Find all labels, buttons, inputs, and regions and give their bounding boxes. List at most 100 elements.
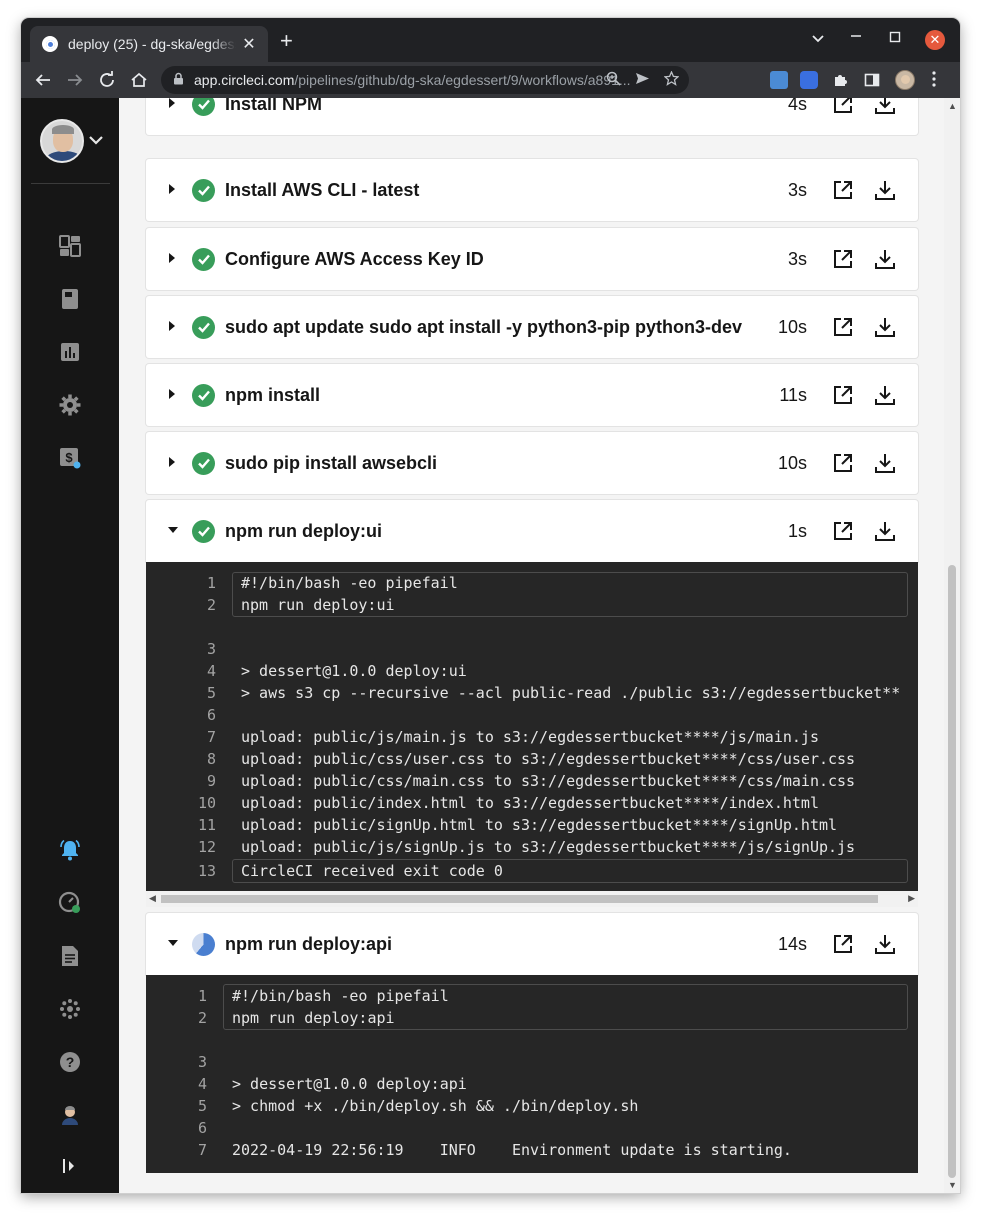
- log-output-deploy-api[interactable]: 1 #!/bin/bash -eo pipefail 2 npm run deplo…: [146, 975, 918, 1173]
- scroll-right-arrow-icon[interactable]: ▶: [908, 893, 915, 904]
- org-switcher-chevron-icon[interactable]: [89, 132, 103, 148]
- download-icon[interactable]: [874, 179, 896, 201]
- expand-sidebar-icon[interactable]: [58, 1154, 82, 1178]
- line-number: 1: [206, 574, 216, 592]
- log-line: npm run deploy:ui: [241, 596, 395, 614]
- log-line: upload: public/signUp.html to s3://egdes…: [241, 816, 838, 834]
- step-row[interactable]: sudo apt update sudo apt install -y pyth…: [146, 296, 918, 358]
- expand-caret-icon[interactable]: [168, 183, 178, 197]
- step-row[interactable]: Configure AWS Access Key ID 3s: [146, 228, 918, 290]
- status-speedometer-icon[interactable]: [58, 891, 82, 915]
- dashboard-icon[interactable]: [58, 234, 82, 258]
- line-number: 3: [206, 640, 216, 658]
- open-in-new-tab-icon[interactable]: [832, 520, 854, 542]
- forward-arrow-icon[interactable]: [64, 69, 86, 91]
- step-row[interactable]: npm install 11s: [146, 364, 918, 426]
- open-in-new-tab-icon[interactable]: [832, 248, 854, 270]
- line-number: 8: [206, 750, 216, 768]
- browser-menu-icon[interactable]: [931, 70, 937, 93]
- download-icon[interactable]: [874, 384, 896, 406]
- lock-icon[interactable]: [173, 72, 184, 88]
- open-in-new-tab-icon[interactable]: [832, 933, 854, 955]
- extensions-puzzle-icon[interactable]: [829, 69, 851, 91]
- tab-close-icon[interactable]: ✕: [240, 34, 258, 54]
- translate-extension-icon[interactable]: [770, 71, 788, 89]
- user-avatar[interactable]: [40, 119, 84, 163]
- step-row[interactable]: sudo pip install awsebcli 10s: [146, 432, 918, 494]
- reload-icon[interactable]: [96, 69, 118, 91]
- open-in-new-tab-icon[interactable]: [832, 384, 854, 406]
- open-in-new-tab-icon[interactable]: [832, 98, 854, 115]
- browser-profile-avatar[interactable]: [895, 70, 915, 90]
- step-duration: 14s: [777, 933, 807, 954]
- tab-search-chevron-icon[interactable]: [811, 31, 825, 48]
- download-icon[interactable]: [874, 316, 896, 338]
- zoom-icon[interactable]: [606, 71, 621, 90]
- log-line: upload: public/js/main.js to s3://egdess…: [241, 728, 819, 746]
- video-extension-icon[interactable]: [800, 71, 818, 89]
- minimize-icon[interactable]: [850, 28, 862, 45]
- scroll-down-arrow-icon[interactable]: ▼: [948, 1180, 957, 1190]
- send-icon[interactable]: [635, 71, 650, 90]
- help-question-icon[interactable]: ?: [58, 1050, 82, 1074]
- insights-chart-icon[interactable]: [58, 340, 82, 364]
- open-in-new-tab-icon[interactable]: [832, 179, 854, 201]
- projects-book-icon[interactable]: [58, 287, 82, 311]
- line-number: 7: [197, 1141, 207, 1159]
- expand-caret-icon[interactable]: [168, 320, 178, 334]
- window-close-icon[interactable]: ✕: [925, 30, 945, 50]
- settings-gear-icon[interactable]: [58, 393, 82, 417]
- collapse-caret-icon[interactable]: [168, 525, 178, 537]
- expand-caret-icon[interactable]: [168, 456, 178, 470]
- url-path: /pipelines/github/dg-ska/egdessert/9/wor…: [294, 72, 631, 88]
- sidebar-divider: [31, 183, 110, 184]
- account-avatar[interactable]: [58, 1103, 82, 1127]
- step-row-expanded[interactable]: npm run deploy:ui 1s: [146, 500, 918, 562]
- new-tab-button[interactable]: +: [280, 30, 293, 52]
- side-panel-icon[interactable]: [861, 69, 883, 91]
- step-row[interactable]: Install NPM 4s: [146, 98, 918, 135]
- scroll-up-arrow-icon[interactable]: ▲: [948, 101, 957, 111]
- step-row-expanded[interactable]: npm run deploy:api 14s: [146, 913, 918, 975]
- line-number: 13: [197, 862, 216, 880]
- open-in-new-tab-icon[interactable]: [832, 452, 854, 474]
- download-icon[interactable]: [874, 933, 896, 955]
- expand-caret-icon[interactable]: [168, 388, 178, 402]
- download-icon[interactable]: [874, 520, 896, 542]
- download-icon[interactable]: [874, 452, 896, 474]
- download-icon[interactable]: [874, 98, 896, 115]
- expand-caret-icon[interactable]: [168, 98, 178, 111]
- bookmark-star-icon[interactable]: [663, 70, 680, 90]
- line-number: 6: [206, 706, 216, 724]
- log-line: 2022-04-19 22:56:19 INFO Environment upd…: [232, 1141, 792, 1159]
- address-bar[interactable]: app.circleci.com /pipelines/github/dg-sk…: [161, 66, 689, 94]
- browser-tab[interactable]: deploy (25) - dg-ska/egdessert ✕: [30, 26, 268, 62]
- collapse-caret-icon[interactable]: [168, 938, 178, 950]
- open-in-new-tab-icon[interactable]: [832, 316, 854, 338]
- success-check-icon: [192, 519, 215, 543]
- community-dots-icon[interactable]: [58, 997, 82, 1021]
- download-icon[interactable]: [874, 248, 896, 270]
- log-output-deploy-ui[interactable]: 1 #!/bin/bash -eo pipefail 2 npm run deplo…: [146, 562, 918, 892]
- scroll-left-arrow-icon[interactable]: ◀: [149, 893, 156, 904]
- log-line: #!/bin/bash -eo pipefail: [232, 987, 449, 1005]
- scrollbar-thumb[interactable]: [161, 895, 878, 903]
- step-row[interactable]: Install AWS CLI - latest 3s: [146, 159, 918, 221]
- step-name: Install NPM: [225, 98, 323, 114]
- expand-caret-icon[interactable]: [168, 252, 178, 266]
- docs-document-icon[interactable]: [58, 944, 82, 968]
- line-number: 9: [206, 772, 216, 790]
- back-arrow-icon[interactable]: [32, 69, 54, 91]
- success-check-icon: [192, 98, 215, 116]
- plan-billing-icon[interactable]: $: [58, 446, 82, 470]
- log-horizontal-scrollbar[interactable]: ◀ ▶: [146, 891, 918, 907]
- scrollbar-thumb[interactable]: [948, 565, 956, 1178]
- success-check-icon: [192, 178, 215, 202]
- log-line: #!/bin/bash -eo pipefail: [241, 574, 458, 592]
- maximize-icon[interactable]: [889, 30, 901, 46]
- home-icon[interactable]: [128, 69, 150, 91]
- page-vertical-scrollbar[interactable]: ▲ ▼: [944, 98, 960, 1193]
- step-name: npm run deploy:api: [225, 933, 393, 954]
- line-number: 2: [206, 596, 216, 614]
- notifications-bell-icon[interactable]: [58, 838, 82, 862]
